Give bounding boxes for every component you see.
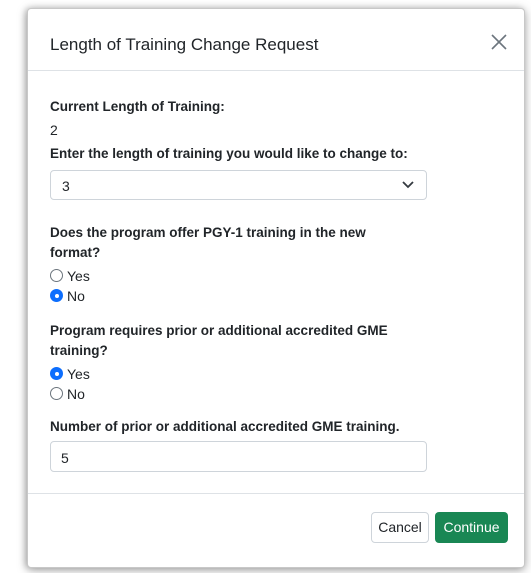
radio-unchecked-icon <box>50 269 63 282</box>
prior-training-yes-label: Yes <box>67 366 90 382</box>
modal-title: Length of Training Change Request <box>50 35 319 54</box>
cancel-button[interactable]: Cancel <box>371 512 429 543</box>
continue-button[interactable]: Continue <box>435 512 508 543</box>
pgy1-question-line2: format? <box>50 245 101 260</box>
current-length-value: 2 <box>50 122 58 138</box>
pgy1-yes-label: Yes <box>67 268 90 284</box>
close-button[interactable] <box>486 29 512 55</box>
modal-footer: Cancel Continue <box>28 493 524 573</box>
prior-count-label: Number of prior or additional accredited… <box>50 419 400 434</box>
training-change-modal: Length of Training Change Request Curren… <box>27 8 525 568</box>
modal-header: Length of Training Change Request <box>28 9 524 71</box>
prior-training-question-line2: training? <box>50 343 108 358</box>
prior-training-no-label: No <box>67 386 85 402</box>
pgy1-question-line1: Does the program offer PGY-1 training in… <box>50 225 366 240</box>
pgy1-no-label: No <box>67 288 85 304</box>
radio-checked-icon <box>50 367 63 380</box>
close-icon <box>491 34 507 50</box>
prior-count-value: 5 <box>61 450 69 466</box>
prior-training-question-line1: Program requires prior or additional acc… <box>50 323 388 338</box>
current-length-label: Current Length of Training: <box>50 99 225 114</box>
radio-checked-icon <box>50 289 63 302</box>
new-length-selected-value: 3 <box>62 178 70 194</box>
radio-unchecked-icon <box>50 387 63 400</box>
new-length-select[interactable]: 3 <box>50 170 427 200</box>
new-length-label: Enter the length of training you would l… <box>50 146 408 161</box>
chevron-down-icon <box>402 181 414 189</box>
prior-count-input[interactable]: 5 <box>50 441 427 472</box>
